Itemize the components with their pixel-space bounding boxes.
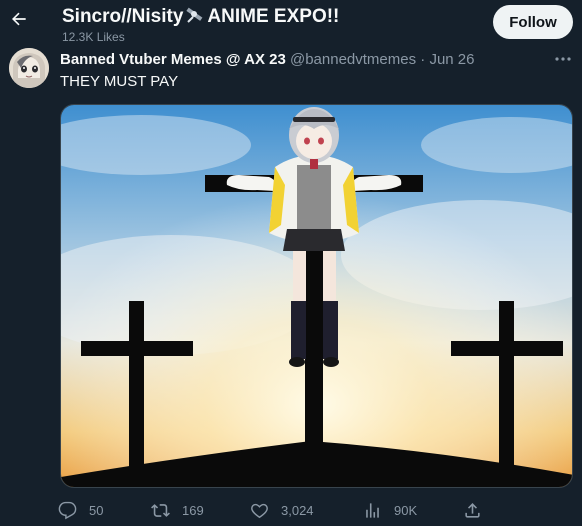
back-button[interactable] [4,4,34,34]
tweet-text: THEY MUST PAY [60,73,179,90]
share-icon [465,502,480,518]
reply-button[interactable]: 50 [58,499,103,521]
more-button[interactable] [553,50,573,68]
author-handle[interactable]: @bannedvtmemes [290,51,416,68]
title-event: ANIME EXPO!! [207,6,340,27]
more-horizontal-icon [555,57,571,61]
heart-icon [251,503,268,518]
separator-dot: · [420,51,426,68]
bar-chart-icon [366,502,379,518]
reply-icon [58,501,77,519]
share-button[interactable] [463,499,494,521]
reply-count: 50 [89,502,104,518]
arrow-left-icon [12,12,26,26]
avatar[interactable] [9,48,49,88]
page-title: Sincro//Nisity ANIME EXPO!! [62,6,339,28]
retweet-button[interactable]: 169 [151,499,204,521]
profile-header: Sincro//Nisity ANIME EXPO!! 12.3K Likes … [0,0,582,44]
tweet-header: Banned Vtuber Memes @ AX 23 @bannedvtmem… [60,51,475,68]
retweet-icon [151,503,170,517]
views-count: 90K [394,502,418,518]
like-button[interactable]: 3,024 [250,499,314,521]
avatar-image [9,48,49,88]
title-name: Sincro//Nisity [62,6,184,27]
crucifixion-meme-image [61,105,572,487]
tweet-actions: 50 169 3,024 90K [58,499,498,521]
views-button[interactable]: 90K [363,499,417,521]
follow-button[interactable]: Follow [493,5,573,39]
tweet-date[interactable]: Jun 26 [429,51,474,68]
tweet-media-image[interactable] [60,104,573,488]
author-name[interactable]: Banned Vtuber Memes @ AX 23 [60,51,286,68]
satellite-icon [186,7,203,23]
likes-count: 12.3K Likes [62,30,125,44]
like-count: 3,024 [281,502,314,518]
retweet-count: 169 [182,502,204,518]
